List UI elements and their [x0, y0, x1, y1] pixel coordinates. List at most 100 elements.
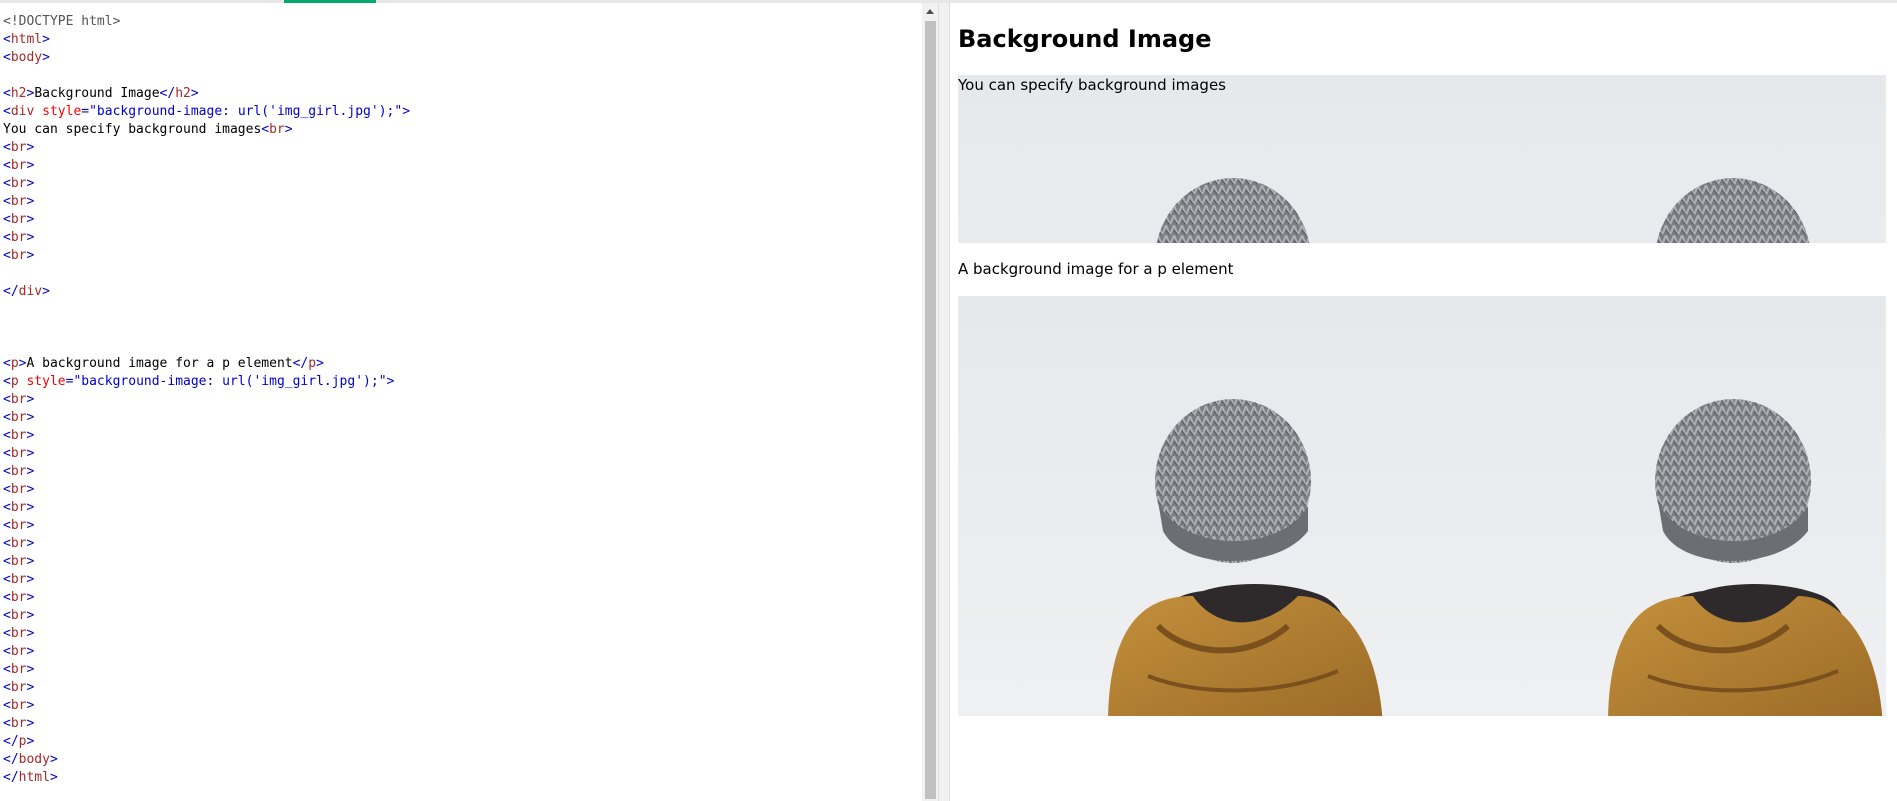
- code-line[interactable]: <br>: [3, 139, 410, 157]
- code-line[interactable]: <h2>Background Image</h2>: [3, 85, 410, 103]
- code-line[interactable]: <br>: [3, 625, 410, 643]
- code-token: >: [402, 104, 411, 119]
- code-token: br: [10, 212, 27, 227]
- code-token: </: [3, 284, 19, 299]
- person-photo-icon: [1458, 296, 1886, 716]
- code-token: <!DOCTYPE html>: [3, 14, 121, 29]
- code-line[interactable]: [3, 337, 410, 355]
- code-token: >: [26, 590, 35, 605]
- code-line[interactable]: [3, 301, 410, 319]
- pane-resize-handle[interactable]: [938, 3, 950, 801]
- code-line[interactable]: <br>: [3, 481, 410, 499]
- code-line[interactable]: <br>: [3, 589, 410, 607]
- code-line[interactable]: <br>: [3, 157, 410, 175]
- code-line[interactable]: <br>: [3, 499, 410, 517]
- code-token: <: [3, 356, 11, 371]
- code-token: style: [42, 104, 82, 119]
- code-line[interactable]: <br>: [3, 553, 410, 571]
- code-line[interactable]: </p>: [3, 733, 410, 751]
- code-line[interactable]: <body>: [3, 49, 410, 67]
- code-token: <: [3, 140, 11, 155]
- code-token: >: [26, 140, 35, 155]
- code-token: br: [10, 176, 27, 191]
- code-token: br: [10, 662, 27, 677]
- code-editor[interactable]: <!DOCTYPE html> <html> <body> <h2>Backgroun…: [0, 3, 922, 801]
- code-line[interactable]: <br>: [3, 679, 410, 697]
- code-line[interactable]: <br>: [3, 517, 410, 535]
- code-token: br: [10, 716, 27, 731]
- code-line[interactable]: <p style="background-image: url('img_gir…: [3, 373, 410, 391]
- code-line[interactable]: <br>: [3, 211, 410, 229]
- code-token: html: [10, 32, 43, 47]
- code-lines[interactable]: <!DOCTYPE html> <html> <body> <h2>Backgroun…: [3, 13, 410, 787]
- code-line[interactable]: </div>: [3, 283, 410, 301]
- code-token: br: [10, 428, 27, 443]
- code-line[interactable]: </html>: [3, 769, 410, 787]
- code-line[interactable]: <br>: [3, 697, 410, 715]
- editor-scrollbar[interactable]: [922, 3, 938, 801]
- code-token: Background Image: [34, 86, 160, 101]
- code-line[interactable]: <!DOCTYPE html>: [3, 13, 410, 31]
- code-line[interactable]: [3, 67, 410, 85]
- code-token: <: [3, 158, 11, 173]
- code-token: style: [26, 374, 66, 389]
- preview-heading: Background Image: [958, 25, 1212, 53]
- code-token: >: [49, 752, 58, 767]
- code-line[interactable]: <br>: [3, 535, 410, 553]
- code-token: <: [3, 500, 11, 515]
- code-token: <: [3, 590, 11, 605]
- code-token: <: [3, 464, 11, 479]
- code-token: >: [26, 716, 35, 731]
- code-line[interactable]: <br>: [3, 715, 410, 733]
- code-token: <: [3, 662, 11, 677]
- div-background-block: You can specify background images: [958, 75, 1886, 243]
- scroll-up-icon[interactable]: [926, 9, 934, 14]
- code-line[interactable]: <html>: [3, 31, 410, 49]
- code-token: </: [3, 752, 19, 767]
- code-token: >: [26, 194, 35, 209]
- code-line[interactable]: <br>: [3, 571, 410, 589]
- code-token: <: [3, 428, 11, 443]
- code-token: br: [10, 446, 27, 461]
- code-line[interactable]: <br>: [3, 607, 410, 625]
- code-token: <: [3, 392, 11, 407]
- code-line[interactable]: </body>: [3, 751, 410, 769]
- code-token: <: [3, 86, 11, 101]
- code-line[interactable]: [3, 319, 410, 337]
- code-line[interactable]: <br>: [3, 643, 410, 661]
- code-line[interactable]: <br>: [3, 463, 410, 481]
- code-line[interactable]: [3, 265, 410, 283]
- code-line[interactable]: <br>: [3, 391, 410, 409]
- code-token: <: [3, 536, 11, 551]
- code-token: <: [3, 50, 11, 65]
- code-token: br: [10, 626, 27, 641]
- code-token: <: [3, 410, 11, 425]
- scrollbar-thumb[interactable]: [925, 21, 936, 799]
- code-token: >: [42, 284, 50, 299]
- code-line[interactable]: <br>: [3, 661, 410, 679]
- code-line[interactable]: <div style="background-image: url('img_g…: [3, 103, 410, 121]
- code-token: <: [3, 518, 11, 533]
- code-token: </: [3, 770, 19, 785]
- background-image-tile: [1458, 75, 1886, 243]
- code-line[interactable]: <br>: [3, 409, 410, 427]
- code-token: h2: [175, 86, 191, 101]
- code-token: <: [3, 212, 11, 227]
- code-token: br: [10, 518, 27, 533]
- code-line[interactable]: <br>: [3, 445, 410, 463]
- code-token: >: [26, 482, 35, 497]
- code-token: br: [10, 608, 27, 623]
- code-token: >: [26, 662, 35, 677]
- code-line[interactable]: <br>: [3, 193, 410, 211]
- code-token: >: [26, 644, 35, 659]
- code-line[interactable]: <p>A background image for a p element</p…: [3, 355, 410, 373]
- code-token: >: [42, 32, 50, 47]
- code-line[interactable]: <br>: [3, 175, 410, 193]
- code-line[interactable]: <br>: [3, 427, 410, 445]
- code-token: >: [26, 554, 35, 569]
- code-token: >: [26, 680, 35, 695]
- code-line[interactable]: <br>: [3, 229, 410, 247]
- code-line[interactable]: You can specify background images<br>: [3, 121, 410, 139]
- code-line[interactable]: <br>: [3, 247, 410, 265]
- background-image-tile: [958, 75, 1458, 243]
